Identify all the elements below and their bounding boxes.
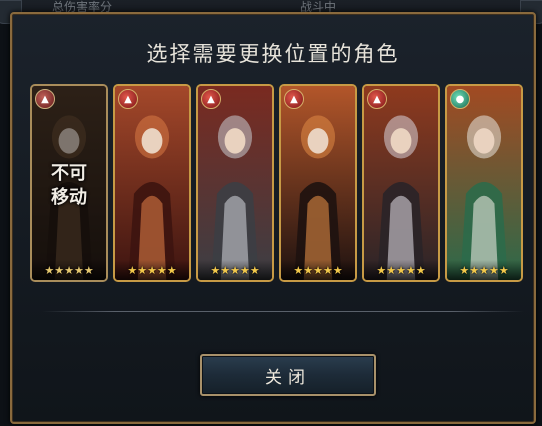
character-card-3[interactable]: ▲ ★ ★ ★ ★ ★ [196,84,274,282]
star-icon: ★ [498,264,509,277]
star-rating: ★ ★ ★ ★ ★ [32,260,106,280]
character-portrait [447,86,521,280]
star-icon: ★ [220,264,231,277]
star-rating: ★ ★ ★ ★ ★ [198,260,272,280]
leaf-icon: ● [450,89,470,109]
star-icon: ★ [322,264,333,277]
character-card-1: 不可 移动 ▲ ★ ★ ★ ★ ★ [30,84,108,282]
character-portrait [281,86,355,280]
swap-character-dialog: 选择需要更换位置的角色 不可 移动 ▲ ★ ★ ★ ★ ★ ▲ ★ ★ ★ ★ ★ ▲ ★ ★ ★ ★ ★ ▲ ★ ★ ★ ★… [10,12,536,424]
character-card-6[interactable]: ● ★ ★ ★ ★ ★ [445,84,523,282]
star-icon: ★ [415,264,426,277]
character-card-4[interactable]: ▲ ★ ★ ★ ★ ★ [279,84,357,282]
star-icon: ★ [332,264,343,277]
star-icon: ★ [479,264,489,277]
star-icon: ★ [249,264,260,277]
character-card-5[interactable]: ▲ ★ ★ ★ ★ ★ [362,84,440,282]
character-portrait [364,86,438,280]
star-icon: ★ [54,264,65,277]
star-icon: ★ [488,264,499,277]
flame-icon: ▲ [35,89,55,109]
flame-icon: ▲ [118,89,138,109]
star-icon: ★ [469,264,480,277]
star-icon: ★ [156,264,167,277]
flame-icon: ▲ [367,89,387,109]
star-icon: ★ [127,264,138,277]
star-icon: ★ [137,264,148,277]
star-icon: ★ [73,264,84,277]
star-icon: ★ [147,264,157,277]
star-icon: ★ [239,264,250,277]
star-icon: ★ [230,264,240,277]
star-icon: ★ [396,264,406,277]
dialog-title: 选择需要更换位置的角色 [146,42,400,66]
star-rating: ★ ★ ★ ★ ★ [281,260,355,280]
close-button[interactable]: 关闭 [200,354,376,396]
star-icon: ★ [44,264,55,277]
flame-icon: ▲ [201,89,221,109]
star-icon: ★ [405,264,416,277]
star-icon: ★ [459,264,470,277]
close-button-label: 关闭 [265,367,311,388]
character-portrait [115,86,189,280]
star-icon: ★ [313,264,323,277]
cannot-move-label: 不可 移动 [51,163,87,208]
star-icon: ★ [376,264,387,277]
character-portrait [198,86,272,280]
star-icon: ★ [303,264,314,277]
star-icon: ★ [83,264,94,277]
star-icon: ★ [64,264,74,277]
flame-icon: ▲ [284,89,304,109]
star-icon: ★ [210,264,221,277]
star-rating: ★ ★ ★ ★ ★ [364,260,438,280]
star-icon: ★ [293,264,304,277]
star-rating: ★ ★ ★ ★ ★ [115,260,189,280]
star-icon: ★ [386,264,397,277]
dialog-divider [42,311,524,312]
character-card-2[interactable]: ▲ ★ ★ ★ ★ ★ [113,84,191,282]
star-icon: ★ [166,264,177,277]
star-rating: ★ ★ ★ ★ ★ [447,260,521,280]
